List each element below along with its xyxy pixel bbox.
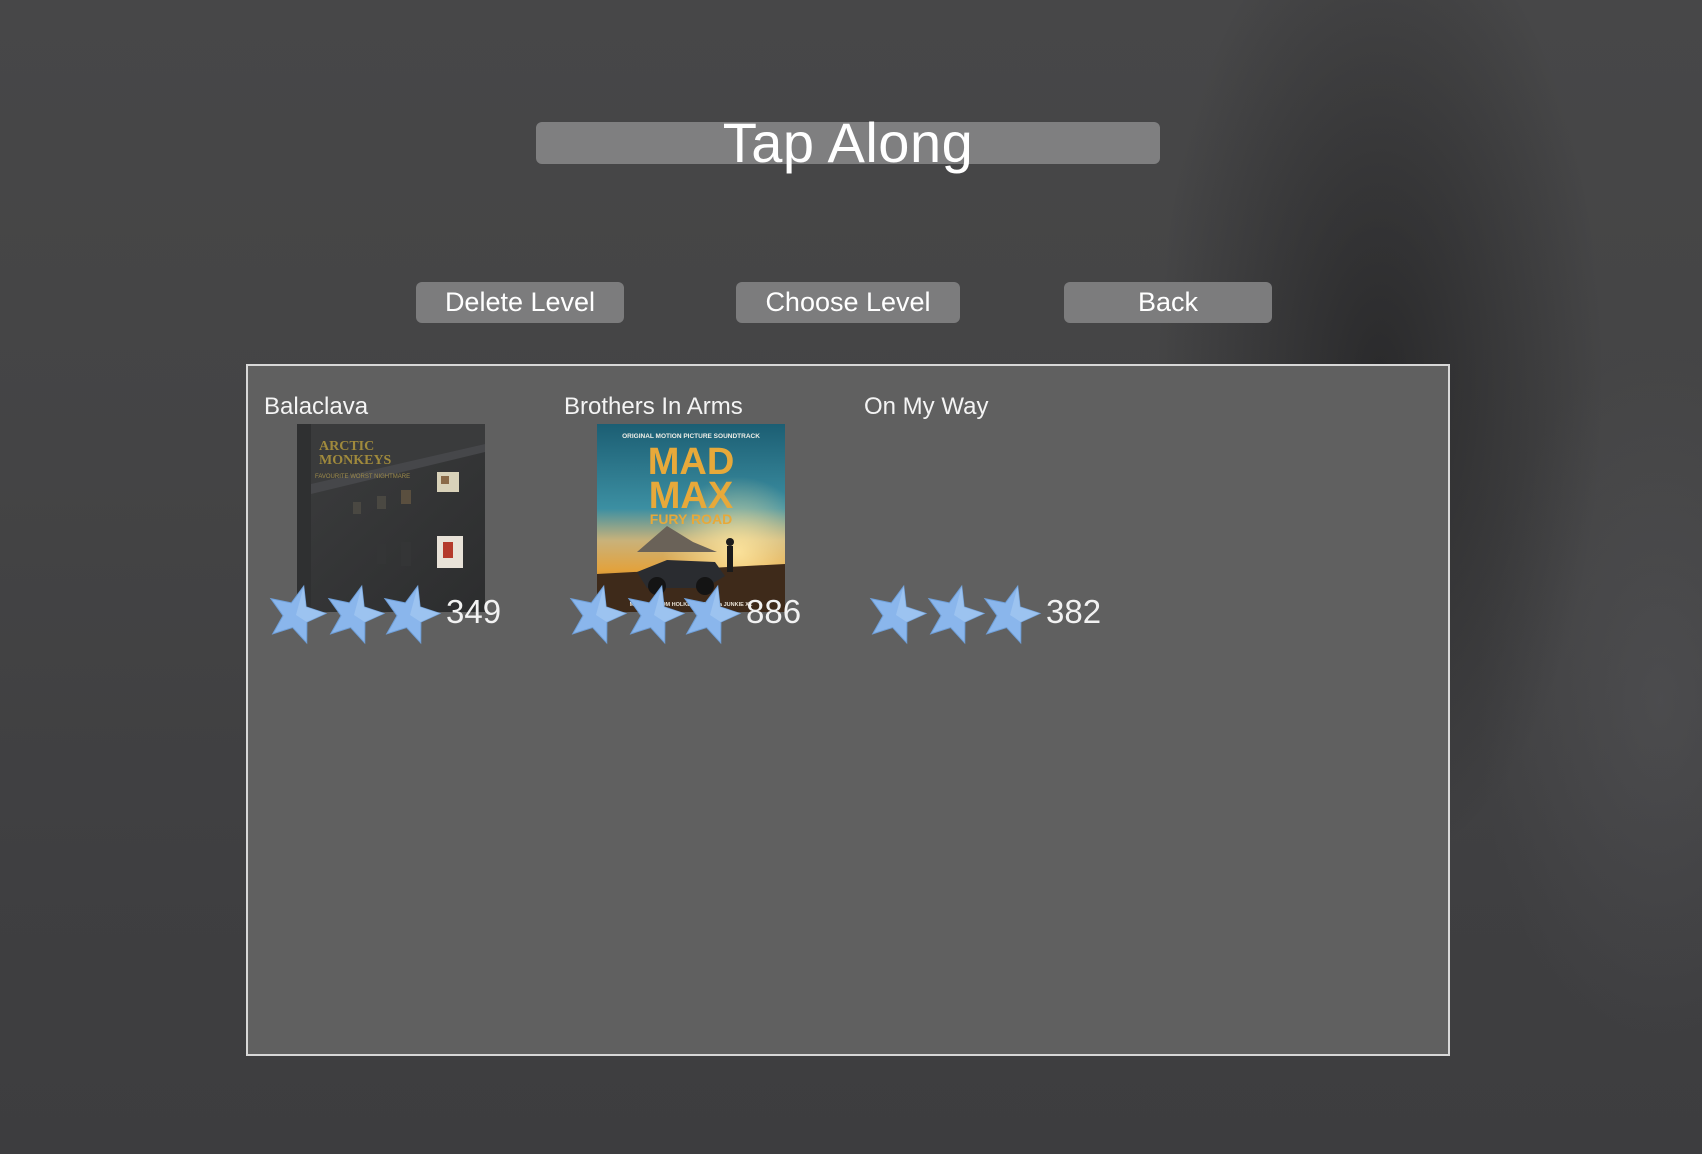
svg-text:ARCTIC: ARCTIC — [319, 439, 374, 454]
star-icon — [269, 584, 328, 645]
svg-text:FAVOURITE WORST NIGHTMARE: FAVOURITE WORST NIGHTMARE — [315, 474, 410, 480]
star-icon — [569, 584, 628, 645]
choose-level-button[interactable]: Choose Level — [736, 282, 960, 323]
level-score: 382 — [1046, 593, 1102, 630]
star-icon — [683, 584, 742, 645]
star-rating — [564, 582, 744, 646]
level-item-brothers-in-arms[interactable]: Brothers In Arms ORIGINAL MOTION PICTURE… — [564, 392, 864, 645]
level-item-balaclava[interactable]: Balaclava ARCTIC MONKEYS FAVOURITE WORST… — [264, 392, 564, 645]
star-icon — [983, 584, 1042, 645]
level-name: Balaclava — [264, 393, 369, 420]
star-rating — [864, 582, 1044, 646]
star-icon — [869, 584, 928, 645]
star-icon — [927, 584, 986, 645]
level-score: 349 — [446, 593, 502, 630]
star-icon — [327, 584, 386, 645]
level-score: 886 — [746, 593, 802, 630]
svg-text:MONKEYS: MONKEYS — [319, 453, 392, 468]
level-name: On My Way — [864, 393, 989, 420]
delete-level-button[interactable]: Delete Level — [416, 282, 624, 323]
level-list-panel: Balaclava ARCTIC MONKEYS FAVOURITE WORST… — [246, 364, 1450, 1056]
star-rating — [264, 582, 444, 646]
cover-subtitle: ORIGINAL MOTION PICTURE SOUNDTRACK — [622, 433, 760, 440]
app-title: Tap Along — [722, 111, 974, 174]
level-item-on-my-way[interactable]: On My Way 382 — [864, 392, 1164, 645]
level-name: Brothers In Arms — [564, 393, 743, 420]
star-icon — [383, 584, 442, 645]
back-button[interactable]: Back — [1064, 282, 1272, 323]
star-icon — [627, 584, 686, 645]
cover-title-line-3: FURY ROAD — [650, 511, 732, 527]
